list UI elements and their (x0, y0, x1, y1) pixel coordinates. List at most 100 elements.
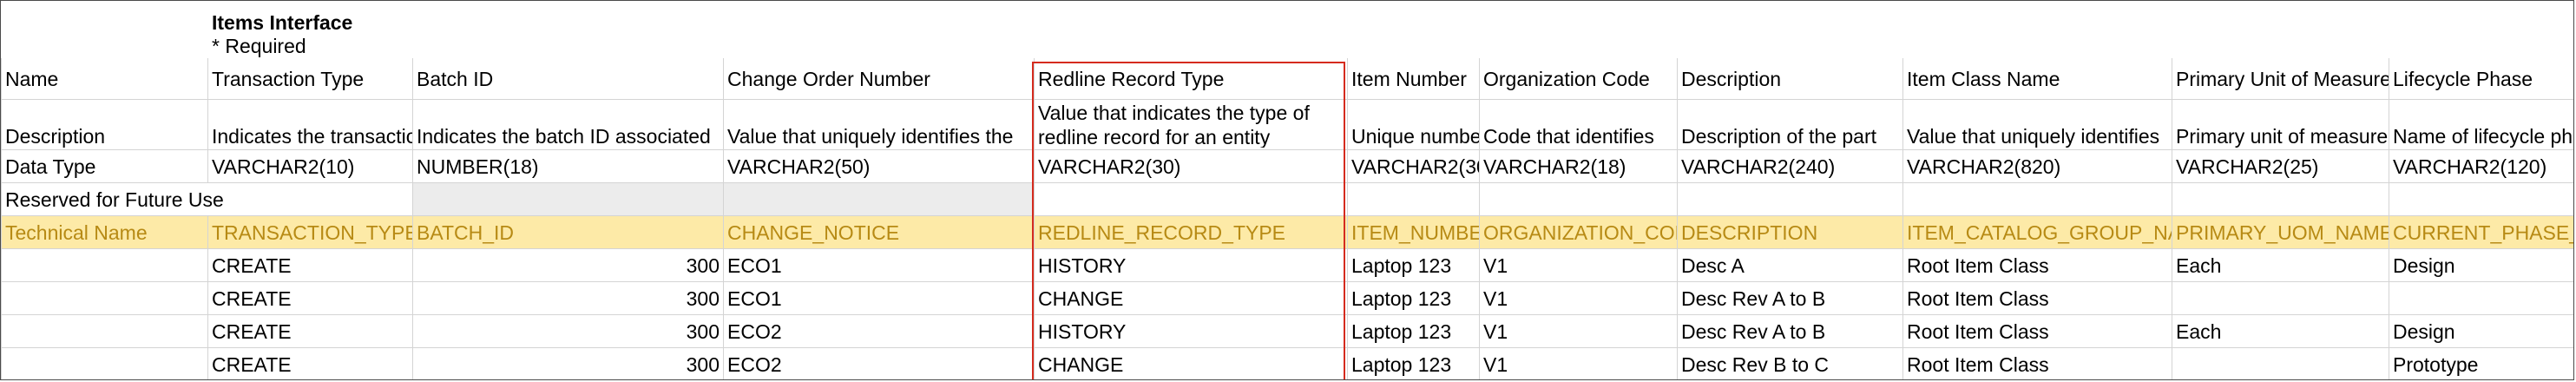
data-cell[interactable]: 300 (412, 314, 724, 348)
reserved-cell[interactable] (1902, 182, 2172, 216)
data-cell[interactable]: Desc Rev A to B (1677, 281, 1903, 315)
data-cell[interactable]: 300 (412, 248, 724, 282)
data-cell[interactable]: ECO2 (723, 314, 1035, 348)
data-cell[interactable]: CREATE (207, 248, 413, 282)
data-type-cell[interactable]: VARCHAR2(10) (207, 149, 413, 183)
reserved-cell[interactable] (2388, 182, 2573, 216)
data-cell[interactable]: Design (2388, 248, 2573, 282)
data-type-cell[interactable]: VARCHAR2(820) (1902, 149, 2172, 183)
technical-name-cell[interactable]: DESCRIPTION (1677, 215, 1903, 249)
description-cell[interactable]: Primary unit of measure (2172, 99, 2389, 150)
reserved-cell[interactable] (412, 182, 724, 216)
cell-empty[interactable] (1, 1, 208, 35)
data-type-cell[interactable]: VARCHAR2(25) (2172, 149, 2389, 183)
technical-name-cell[interactable]: ITEM_CATALOG_GROUP_NAME (1902, 215, 2172, 249)
data-cell[interactable]: CHANGE (1034, 281, 1348, 315)
technical-name-cell[interactable]: REDLINE_RECORD_TYPE (1034, 215, 1348, 249)
data-type-cell[interactable]: VARCHAR2(18) (1479, 149, 1678, 183)
column-name-cell[interactable]: Primary Unit of Measure (2172, 57, 2389, 100)
data-cell[interactable]: Desc Rev B to C (1677, 347, 1903, 379)
data-cell[interactable]: HISTORY (1034, 314, 1348, 348)
data-type-cell[interactable]: VARCHAR2(240) (1677, 149, 1903, 183)
technical-name-cell[interactable]: PRIMARY_UOM_NAME (2172, 215, 2389, 249)
data-cell[interactable]: 300 (412, 281, 724, 315)
data-type-cell[interactable]: VARCHAR2(300) (1347, 149, 1480, 183)
technical-name-cell[interactable]: BATCH_ID (412, 215, 724, 249)
data-cell[interactable]: CHANGE (1034, 347, 1348, 379)
cell-empty[interactable] (1, 347, 208, 379)
column-name-cell[interactable]: Item Number (1347, 57, 1480, 100)
data-cell[interactable]: Each (2172, 314, 2389, 348)
data-cell[interactable]: Laptop 123 (1347, 248, 1480, 282)
data-type-cell[interactable]: VARCHAR2(30) (1034, 149, 1348, 183)
description-cell[interactable]: Value that indicates the type of redline… (1034, 99, 1348, 150)
technical-name-cell[interactable]: CURRENT_PHASE_NAME (2388, 215, 2573, 249)
column-name-cell[interactable]: Organization Code (1479, 57, 1678, 100)
data-cell[interactable]: Root Item Class (1902, 281, 2172, 315)
data-cell[interactable]: ECO2 (723, 347, 1035, 379)
row-label-name[interactable]: Name (1, 57, 208, 100)
data-cell[interactable]: Laptop 123 (1347, 314, 1480, 348)
data-cell[interactable] (2172, 347, 2389, 379)
data-cell[interactable]: HISTORY (1034, 248, 1348, 282)
data-cell[interactable]: CREATE (207, 347, 413, 379)
data-cell[interactable]: V1 (1479, 347, 1678, 379)
data-cell[interactable]: Each (2172, 248, 2389, 282)
technical-name-cell[interactable]: TRANSACTION_TYPE (207, 215, 413, 249)
row-label-reserved[interactable]: Reserved for Future Use (1, 182, 413, 216)
data-cell[interactable]: Prototype (2388, 347, 2573, 379)
data-cell[interactable]: V1 (1479, 314, 1678, 348)
column-name-cell[interactable]: Description (1677, 57, 1903, 100)
description-cell[interactable]: Name of lifecycle phase (2388, 99, 2573, 150)
description-cell[interactable]: Indicates the batch ID associated (412, 99, 724, 150)
data-cell[interactable]: CREATE (207, 281, 413, 315)
cell-empty[interactable] (1, 281, 208, 315)
data-cell[interactable]: Root Item Class (1902, 248, 2172, 282)
description-cell[interactable]: Code that identifies (1479, 99, 1678, 150)
row-label-data-type[interactable]: Data Type (1, 149, 208, 183)
reserved-cell[interactable] (1347, 182, 1480, 216)
reserved-cell[interactable] (1479, 182, 1678, 216)
description-cell[interactable]: Value that uniquely identifies the (723, 99, 1035, 150)
data-cell[interactable]: CREATE (207, 314, 413, 348)
data-type-cell[interactable]: NUMBER(18) (412, 149, 724, 183)
reserved-cell[interactable] (1034, 182, 1348, 216)
data-cell[interactable]: V1 (1479, 248, 1678, 282)
column-name-cell[interactable]: Transaction Type (207, 57, 413, 100)
data-type-cell[interactable]: VARCHAR2(50) (723, 149, 1035, 183)
description-cell[interactable]: Indicates the transaction (207, 99, 413, 150)
data-cell[interactable]: Desc Rev A to B (1677, 314, 1903, 348)
row-label-technical-name[interactable]: Technical Name (1, 215, 208, 249)
column-name-cell[interactable]: Change Order Number (723, 57, 1035, 100)
data-type-cell[interactable]: VARCHAR2(120) (2388, 149, 2573, 183)
data-cell[interactable]: ECO1 (723, 248, 1035, 282)
data-cell[interactable] (2388, 281, 2573, 315)
column-name-cell[interactable]: Lifecycle Phase (2388, 57, 2573, 100)
cell-empty[interactable] (1, 34, 208, 58)
data-cell[interactable] (2172, 281, 2389, 315)
reserved-cell[interactable] (723, 182, 1035, 216)
column-name-cell[interactable]: Item Class Name (1902, 57, 2172, 100)
data-cell[interactable]: Design (2388, 314, 2573, 348)
technical-name-cell[interactable]: CHANGE_NOTICE (723, 215, 1035, 249)
column-name-cell[interactable]: Batch ID (412, 57, 724, 100)
data-cell[interactable]: V1 (1479, 281, 1678, 315)
column-name-cell[interactable]: Redline Record Type (1034, 57, 1348, 100)
data-cell[interactable]: Laptop 123 (1347, 281, 1480, 315)
cell-empty[interactable] (1, 248, 208, 282)
data-cell[interactable]: ECO1 (723, 281, 1035, 315)
reserved-cell[interactable] (1677, 182, 1903, 216)
cell-empty[interactable] (1, 314, 208, 348)
technical-name-cell[interactable]: ORGANIZATION_CODE (1479, 215, 1678, 249)
data-cell[interactable]: Root Item Class (1902, 314, 2172, 348)
reserved-cell[interactable] (2172, 182, 2389, 216)
description-cell[interactable]: Description of the part (1677, 99, 1903, 150)
technical-name-cell[interactable]: ITEM_NUMBER (1347, 215, 1480, 249)
data-cell[interactable]: Desc A (1677, 248, 1903, 282)
data-cell[interactable]: Laptop 123 (1347, 347, 1480, 379)
data-cell[interactable]: Root Item Class (1902, 347, 2172, 379)
row-label-description[interactable]: Description (1, 99, 208, 150)
data-cell[interactable]: 300 (412, 347, 724, 379)
description-cell[interactable]: Unique number (1347, 99, 1480, 150)
description-cell[interactable]: Value that uniquely identifies (1902, 99, 2172, 150)
